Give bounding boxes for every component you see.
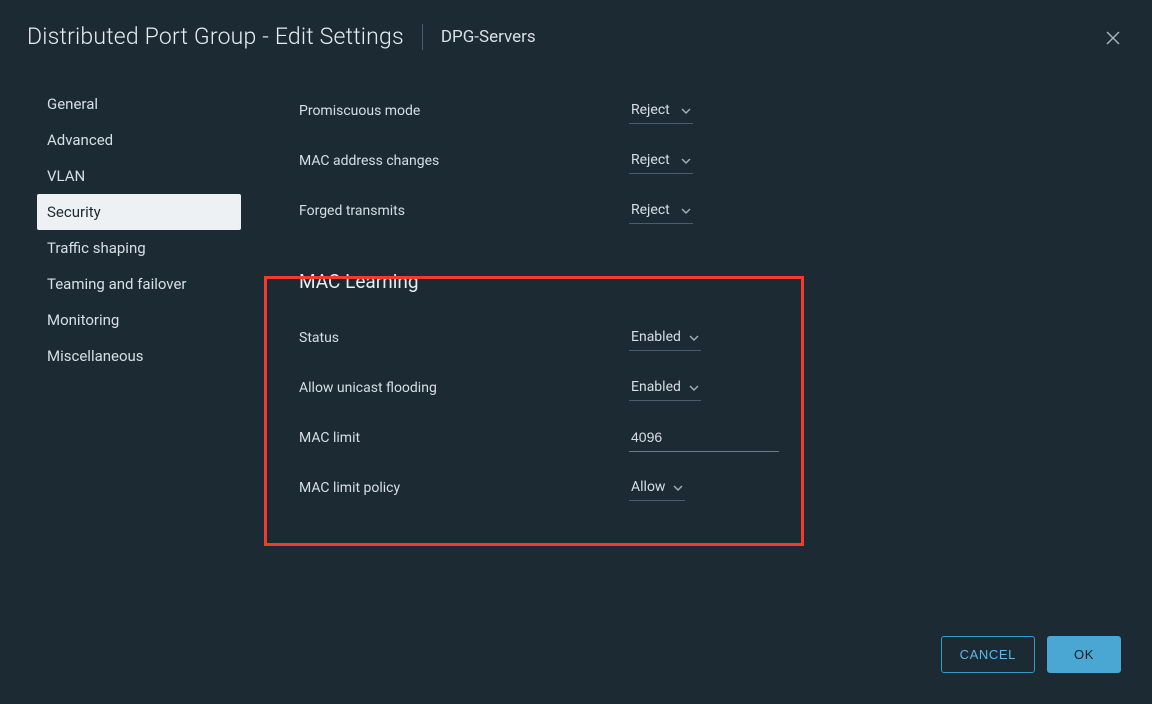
sidebar-item-advanced[interactable]: Advanced	[37, 122, 241, 158]
close-icon	[1106, 30, 1120, 49]
dropdown-forged[interactable]: Reject	[629, 198, 693, 224]
ok-button[interactable]: OK	[1047, 636, 1121, 673]
sidebar-item-vlan[interactable]: VLAN	[37, 158, 241, 194]
dropdown-mac-changes[interactable]: Reject	[629, 148, 693, 174]
input-mac-limit[interactable]	[629, 424, 779, 452]
chevron-down-icon	[673, 479, 683, 495]
divider	[422, 24, 423, 50]
dropdown-value: Enabled	[631, 379, 681, 395]
label-mac-limit: MAC limit	[299, 430, 629, 446]
label-forged: Forged transmits	[299, 203, 629, 219]
sidebar-item-traffic-shaping[interactable]: Traffic shaping	[37, 230, 241, 266]
dialog-body: General Advanced VLAN Security Traffic s…	[1, 70, 1151, 703]
section-title-mac-learning: MAC Learning	[299, 270, 1111, 293]
row-forged: Forged transmits Reject	[299, 186, 1111, 236]
row-mac-limit-policy: MAC limit policy Allow	[299, 463, 1111, 513]
content-pane: Promiscuous mode Reject MAC address chan…	[241, 76, 1151, 703]
dropdown-value: Enabled	[631, 329, 681, 345]
edit-settings-dialog: Distributed Port Group - Edit Settings D…	[0, 0, 1152, 704]
dropdown-promiscuous[interactable]: Reject	[629, 98, 693, 124]
cancel-button[interactable]: CANCEL	[941, 636, 1035, 673]
chevron-down-icon	[689, 329, 699, 345]
dropdown-unicast[interactable]: Enabled	[629, 375, 701, 401]
label-promiscuous: Promiscuous mode	[299, 103, 629, 119]
sidebar: General Advanced VLAN Security Traffic s…	[1, 76, 241, 703]
row-unicast: Allow unicast flooding Enabled	[299, 363, 1111, 413]
sidebar-item-teaming[interactable]: Teaming and failover	[37, 266, 241, 302]
dialog-header: Distributed Port Group - Edit Settings D…	[1, 1, 1151, 70]
dropdown-value: Allow	[631, 479, 665, 495]
label-mac-changes: MAC address changes	[299, 153, 629, 169]
dialog-subtitle: DPG-Servers	[441, 27, 536, 47]
dialog-title: Distributed Port Group - Edit Settings	[27, 23, 404, 50]
chevron-down-icon	[689, 379, 699, 395]
dropdown-status[interactable]: Enabled	[629, 325, 701, 351]
label-status: Status	[299, 330, 629, 346]
sidebar-item-monitoring[interactable]: Monitoring	[37, 302, 241, 338]
sidebar-item-general[interactable]: General	[37, 86, 241, 122]
row-status: Status Enabled	[299, 313, 1111, 363]
dropdown-mac-limit-policy[interactable]: Allow	[629, 475, 685, 501]
close-button[interactable]	[1103, 29, 1123, 49]
dialog-footer: CANCEL OK	[941, 636, 1121, 673]
dropdown-value: Reject	[631, 202, 670, 218]
label-unicast: Allow unicast flooding	[299, 380, 629, 396]
chevron-down-icon	[681, 202, 691, 218]
row-mac-changes: MAC address changes Reject	[299, 136, 1111, 186]
sidebar-item-miscellaneous[interactable]: Miscellaneous	[37, 338, 241, 374]
row-mac-limit: MAC limit	[299, 413, 1111, 463]
dropdown-value: Reject	[631, 102, 670, 118]
chevron-down-icon	[681, 152, 691, 168]
sidebar-item-security[interactable]: Security	[37, 194, 241, 230]
label-mac-limit-policy: MAC limit policy	[299, 480, 629, 496]
chevron-down-icon	[681, 102, 691, 118]
row-promiscuous: Promiscuous mode Reject	[299, 86, 1111, 136]
dropdown-value: Reject	[631, 152, 670, 168]
